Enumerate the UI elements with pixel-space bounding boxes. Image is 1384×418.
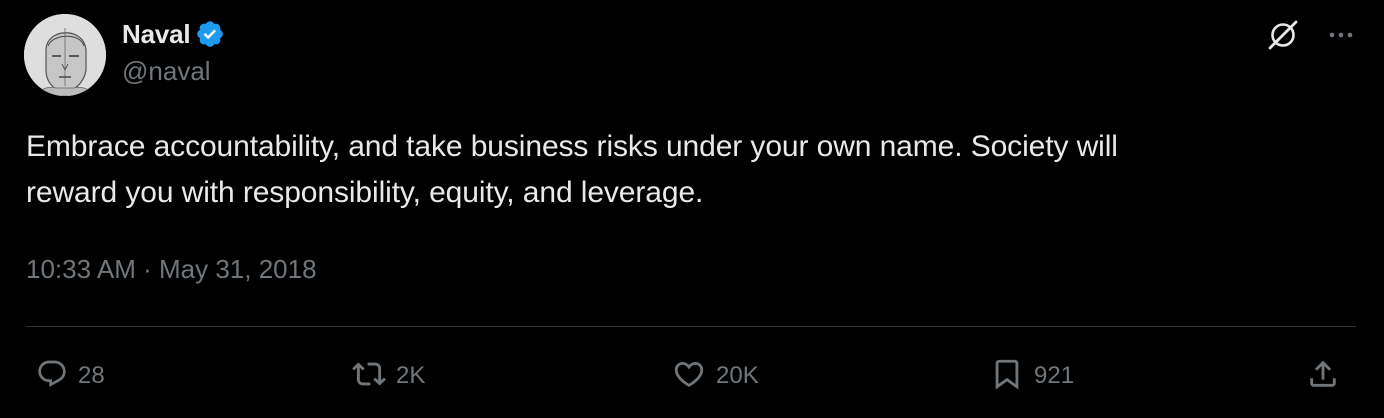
reply-button[interactable]: 28: [36, 358, 105, 394]
tweet: Naval @naval Embrace accountability, and…: [0, 0, 1384, 418]
divider: [26, 326, 1356, 327]
grok-icon[interactable]: [1266, 18, 1300, 52]
reply-count: 28: [78, 362, 105, 389]
more-icon[interactable]: [1326, 20, 1356, 50]
share-button[interactable]: [1306, 358, 1340, 394]
repost-count: 2K: [396, 362, 426, 389]
bookmark-count: 921: [1034, 362, 1075, 389]
share-icon: [1306, 357, 1340, 396]
avatar[interactable]: [24, 14, 106, 96]
verified-badge-icon[interactable]: [195, 19, 225, 49]
bookmark-icon: [990, 357, 1024, 396]
tweet-text: Embrace accountability, and take busines…: [26, 130, 1118, 209]
top-actions: [1266, 18, 1356, 52]
like-icon: [672, 357, 706, 396]
author-name-row: Naval: [122, 16, 225, 52]
author-display-name[interactable]: Naval: [122, 19, 191, 50]
tweet-timestamp[interactable]: 10:33 AM · May 31, 2018: [26, 254, 317, 285]
reply-icon: [36, 358, 68, 395]
like-button[interactable]: 20K: [672, 358, 759, 394]
like-count: 20K: [716, 362, 759, 389]
tweet-date: May 31, 2018: [159, 254, 317, 284]
repost-button[interactable]: 2K: [352, 358, 425, 394]
bookmark-button[interactable]: 921: [990, 358, 1074, 394]
tweet-time: 10:33 AM: [26, 254, 136, 284]
author-handle[interactable]: @naval: [122, 56, 211, 87]
meta-separator: ·: [143, 254, 152, 284]
repost-icon: [352, 357, 386, 396]
